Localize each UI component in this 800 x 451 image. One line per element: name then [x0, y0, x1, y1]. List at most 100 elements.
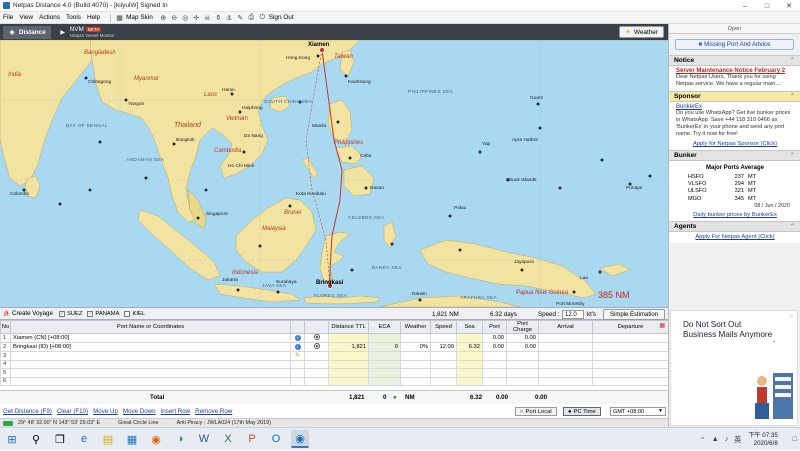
col-header-departure[interactable]: Departure ▦	[592, 320, 669, 334]
minimize-button[interactable]: –	[734, 0, 756, 12]
speed-cell[interactable]: 12.00	[430, 342, 457, 352]
piracy-icon[interactable]: ☠	[203, 13, 212, 22]
notice-header[interactable]: Notice ⌃	[669, 55, 800, 66]
advertisement[interactable]: ▷ Do Not Sort Out Business Mails Anymore…	[670, 310, 798, 426]
departure-cell[interactable]	[592, 342, 669, 352]
weather-cell[interactable]	[400, 368, 431, 378]
apply-sponsor-link[interactable]: Apply for Netpas Sponsor (Click)	[676, 141, 794, 147]
zoom-in-icon[interactable]: ⊕	[159, 13, 168, 22]
map-skin-icon[interactable]: ▦	[115, 13, 124, 22]
volume-icon[interactable]: ♪	[725, 436, 729, 443]
simple-estimation-button[interactable]: Simple Estimation	[603, 309, 665, 320]
table-row[interactable]: 2 Bringkasi (ID) [+08:00] i 1,821 0 0% 1…	[0, 342, 669, 352]
info-icon[interactable]: i	[294, 335, 301, 341]
bunker-header[interactable]: Bunker ⌃	[669, 150, 800, 161]
weather-cell[interactable]	[400, 351, 431, 361]
pencil-icon[interactable]: ✎	[295, 353, 300, 359]
port-select-radio[interactable]	[313, 334, 320, 340]
port-name-cell[interactable]: Bringkasi (ID) [+08:00]	[10, 342, 291, 352]
map-skin-button[interactable]: Map Skin	[126, 14, 153, 21]
port-icon[interactable]: ⚓	[225, 13, 234, 22]
port-days-cell[interactable]	[482, 368, 507, 378]
file-explorer-icon[interactable]: ▤	[99, 430, 117, 448]
table-row[interactable]: 6	[0, 376, 669, 386]
departure-cell[interactable]	[592, 351, 669, 361]
powerpoint-icon[interactable]: P	[243, 430, 261, 448]
agents-header[interactable]: Agents ⌃	[669, 220, 800, 232]
chrome-icon[interactable]: ◑	[171, 430, 189, 448]
arrival-cell[interactable]	[538, 342, 593, 352]
departure-cell[interactable]	[592, 359, 669, 369]
col-header-arrival[interactable]: Arrival	[538, 320, 593, 334]
map-view[interactable]: India Bangladesh Myanmar Laos Thailand V…	[0, 40, 668, 307]
port-charge-cell[interactable]	[506, 376, 539, 386]
tab-nvm[interactable]: ▶ NVM BETA Netpas Vessel Monitor	[54, 26, 120, 39]
search-icon[interactable]: ⚲	[27, 430, 45, 448]
move-up-link[interactable]: Move Up	[93, 408, 118, 415]
outlook-icon[interactable]: O	[267, 430, 285, 448]
tab-distance[interactable]: ◉ Distance	[3, 25, 51, 39]
menu-tools[interactable]: Tools	[66, 14, 81, 21]
task-view-icon[interactable]: ❐	[51, 430, 69, 448]
col-header-sea[interactable]: Sea	[456, 320, 483, 334]
start-icon[interactable]: ⊞	[3, 430, 21, 448]
port-days-cell[interactable]	[482, 359, 507, 369]
calendar-icon[interactable]: ▦	[659, 322, 665, 329]
arrival-cell[interactable]	[538, 368, 593, 378]
move-down-link[interactable]: Move Down	[123, 408, 156, 415]
menu-help[interactable]: Help	[87, 14, 100, 21]
port-name-cell[interactable]	[10, 368, 291, 378]
table-row[interactable]: 4	[0, 359, 669, 369]
collapse-icon[interactable]: ⌃	[790, 152, 795, 159]
weather-cell[interactable]	[400, 359, 431, 369]
port-charge-cell[interactable]: 0.00	[506, 342, 539, 352]
store-icon[interactable]: ▦	[123, 430, 141, 448]
menu-view[interactable]: View	[19, 14, 33, 21]
port-select-radio[interactable]	[313, 343, 320, 349]
port-name-cell[interactable]	[10, 351, 291, 361]
col-header-speed[interactable]: Speed	[430, 320, 457, 334]
sign-out-icon[interactable]: ⏻	[258, 13, 267, 22]
arrival-cell[interactable]	[538, 351, 593, 361]
port-charge-cell[interactable]: 0.00	[506, 333, 539, 343]
sign-out-button[interactable]: Sign Out	[269, 14, 294, 21]
language-indicator[interactable]: 英	[734, 435, 741, 445]
port-days-cell[interactable]	[482, 376, 507, 386]
firefox-icon[interactable]: ◉	[147, 430, 165, 448]
port-name-cell[interactable]: Xiamen (CN) [+08:00]	[10, 333, 291, 343]
port-charge-cell[interactable]	[506, 351, 539, 361]
info-icon[interactable]: i	[294, 344, 301, 350]
zoom-out-icon[interactable]: ⊖	[170, 13, 179, 22]
daily-bunker-link[interactable]: Daily bunker prices by BunkerEx	[676, 212, 794, 218]
speed-input[interactable]: 12.0	[562, 310, 584, 319]
clear-link[interactable]: Clear (F10)	[57, 408, 88, 415]
edge-icon[interactable]: e	[75, 430, 93, 448]
panel-open-toggle[interactable]: Open	[669, 24, 800, 34]
table-row[interactable]: 5	[0, 368, 669, 378]
clock[interactable]: 下午 07:35 2020/6/8	[748, 432, 778, 447]
pc-time-button[interactable]: ● PC Time	[563, 407, 601, 416]
get-distance-link[interactable]: Get Distance (F9)	[3, 408, 52, 415]
speed-cell[interactable]	[430, 368, 457, 378]
notification-icon[interactable]: □	[793, 436, 797, 443]
missing-port-button[interactable]: ■ Missing Port And Advice	[675, 39, 794, 50]
arrival-cell[interactable]	[538, 376, 593, 386]
arrival-cell[interactable]	[538, 359, 593, 369]
port-days-cell[interactable]: 0.00	[482, 342, 507, 352]
tray-chevron-icon[interactable]: ⌃	[700, 436, 706, 444]
speed-cell[interactable]	[430, 359, 457, 369]
print-icon[interactable]: ⎙	[247, 13, 256, 22]
collapse-icon[interactable]: ⌃	[790, 93, 795, 100]
weather-cell[interactable]	[400, 333, 431, 343]
speed-cell[interactable]	[430, 376, 457, 386]
arrival-cell[interactable]	[538, 333, 593, 343]
speed-cell[interactable]	[430, 351, 457, 361]
zoom-fit-icon[interactable]: ◎	[181, 13, 190, 22]
maximize-button[interactable]: □	[756, 0, 778, 12]
table-row[interactable]: 1 Xiamen (CN) [+08:00] i 0.00 0.00	[0, 333, 669, 343]
port-charge-cell[interactable]	[506, 368, 539, 378]
netpas-taskbar-icon[interactable]: ◉	[291, 430, 309, 448]
remove-row-link[interactable]: Remove Row	[195, 408, 232, 415]
col-header-charge[interactable]: Port Charge	[506, 320, 539, 334]
port-days-cell[interactable]: 0.00	[482, 333, 507, 343]
